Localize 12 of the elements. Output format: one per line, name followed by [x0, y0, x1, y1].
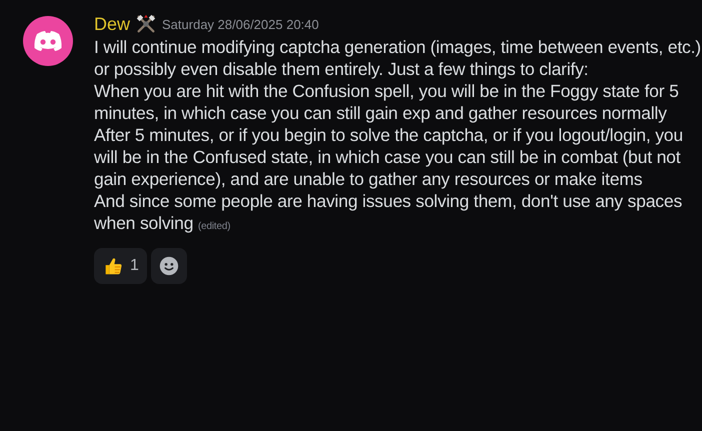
author-name[interactable]: Dew: [94, 14, 130, 34]
reaction-button[interactable]: 1: [94, 248, 147, 284]
add-reaction-button[interactable]: [150, 248, 187, 284]
message-text: After 5 minutes, or if you begin to solve the captcha, or if you logout/login, you will be in the Confused state, in which case you can still be in combat (but not gain experience), and are unable to gather any resources or make items: [94, 124, 684, 190]
message-text: And since some people are having issues solving them, don't use any spaces when solving (edited): [94, 190, 684, 235]
message-text: When you are hit with the Confusion spell, you will be in the Foggy state for 5 minutes, in which case you can still gain exp and gather resources normally: [94, 80, 680, 124]
message-text: I will continue modifying captcha generation (images, time between events, etc.) or possibly even disable them entirely. Just a few things to clarify:: [94, 36, 702, 80]
smiley-icon: [158, 256, 179, 276]
avatar-icon[interactable]: [23, 16, 73, 66]
crossed-axes-icon: [135, 13, 158, 35]
edited-label: (edited): [198, 221, 230, 232]
timestamp: Saturday 28/06/2025 20:40: [162, 16, 319, 32]
